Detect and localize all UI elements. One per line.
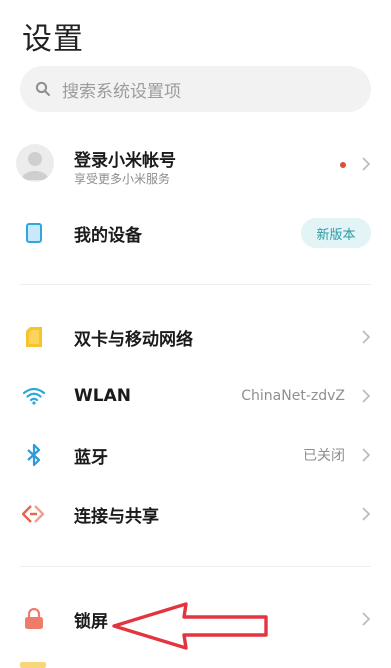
search-bar[interactable]: 搜索系统设置项 <box>20 66 371 112</box>
settings-screen: 设置 搜索系统设置项 登录小米帐号 享受更多小米服务 我的设备 新版本 双卡与移… <box>0 0 391 668</box>
search-input[interactable]: 搜索系统设置项 <box>62 77 181 102</box>
section-divider <box>20 284 371 285</box>
chevron-right-icon <box>361 505 371 523</box>
page-title: 设置 <box>22 22 84 57</box>
bluetooth-row[interactable]: 蓝牙 已关闭 <box>0 426 391 484</box>
my-device-label: 我的设备 <box>74 225 142 246</box>
chevron-right-icon <box>361 446 371 464</box>
lock-screen-label: 锁屏 <box>74 611 108 632</box>
bluetooth-icon <box>22 443 46 467</box>
wlan-value: ChinaNet-zdvZ <box>241 388 345 404</box>
lock-icon <box>22 607 46 631</box>
dual-sim-row[interactable]: 双卡与移动网络 <box>0 308 391 366</box>
wlan-label: WLAN <box>74 386 131 406</box>
chevron-right-icon <box>361 155 371 177</box>
account-row[interactable] <box>0 134 391 194</box>
dual-sim-label: 双卡与移动网络 <box>74 329 193 350</box>
device-icon <box>22 221 46 245</box>
account-name: 登录小米帐号 <box>74 151 176 171</box>
notification-dot <box>340 162 346 168</box>
chevron-right-icon <box>361 387 371 405</box>
wlan-row[interactable]: WLAN ChinaNet-zdvZ <box>0 367 391 425</box>
chevron-right-icon <box>361 328 371 346</box>
wifi-icon <box>22 384 46 408</box>
section-divider <box>20 566 371 567</box>
chevron-right-icon <box>361 610 371 628</box>
connection-share-row[interactable]: 连接与共享 <box>0 485 391 543</box>
new-version-badge[interactable]: 新版本 <box>301 218 371 248</box>
bluetooth-value: 已关闭 <box>303 448 345 464</box>
search-icon <box>34 80 52 98</box>
bluetooth-label: 蓝牙 <box>74 447 108 468</box>
annotation-arrow <box>110 600 272 656</box>
connection-share-icon <box>22 502 46 526</box>
connection-share-label: 连接与共享 <box>74 506 159 527</box>
next-row-icon-partial <box>20 662 46 668</box>
avatar <box>16 144 54 182</box>
account-subtitle: 享受更多小米服务 <box>74 172 171 186</box>
sim-card-icon <box>22 325 46 349</box>
